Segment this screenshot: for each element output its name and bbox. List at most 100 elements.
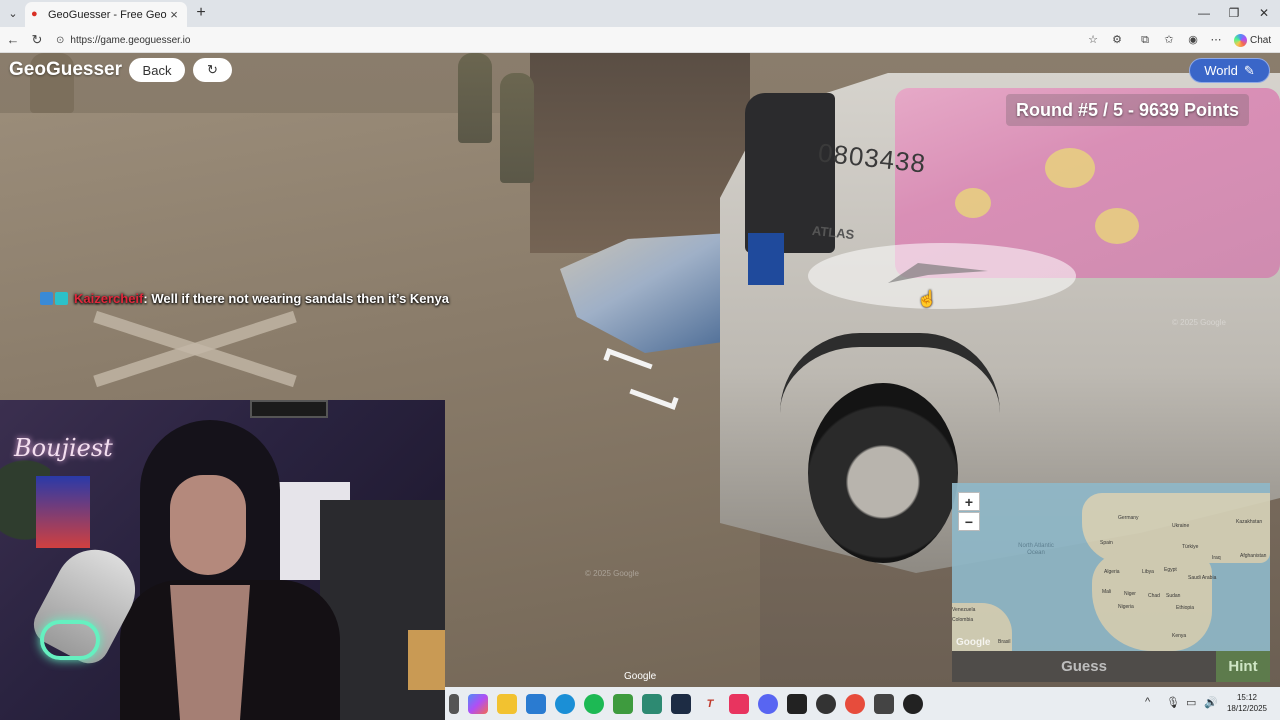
map-label: Niger [1124, 591, 1136, 597]
new-tab-icon[interactable]: + [192, 4, 210, 22]
pedestrian [458, 53, 492, 143]
steam-icon[interactable] [671, 693, 691, 714]
chat-badge-icon [40, 292, 53, 305]
map-label: Türkiye [1182, 544, 1199, 550]
app-icon[interactable]: T [700, 694, 720, 714]
browser-tab-strip: ⌄ ● GeoGuesser - Free GeoGuessr Ga × + —… [0, 0, 1280, 27]
system-clock[interactable]: 15:12 18/12/2025 [1222, 692, 1272, 714]
map-label: Kazakhstan [1236, 519, 1263, 525]
extension-icon[interactable]: ⚙ [1109, 32, 1125, 48]
map-label: Iraq [1212, 555, 1221, 561]
address-bar-row: ← ↻ ⊙ https://game.geoguesser.io ☆ ⚙ ⧉ ✩… [0, 27, 1280, 53]
chat-label: Chat [1250, 34, 1272, 46]
minimize-icon[interactable]: — [1190, 4, 1218, 22]
bookmark-star-icon[interactable]: ☆ [1085, 32, 1101, 48]
microphone-tray-icon[interactable]: 🎙 [1166, 696, 1180, 709]
app-icon[interactable] [903, 693, 923, 714]
clock-time: 15:12 [1236, 693, 1258, 702]
zoom-in-button[interactable]: + [958, 492, 980, 511]
google-attribution: Google [624, 671, 657, 682]
world-map-selector[interactable]: World ✎ [1189, 58, 1270, 83]
watermark: © 2025 Google [585, 569, 639, 578]
network-icon[interactable]: ▭ [1186, 696, 1196, 709]
road-marking [90, 313, 300, 383]
app-icon[interactable] [845, 693, 865, 714]
file-explorer-icon[interactable] [497, 693, 517, 714]
back-arrow-icon[interactable]: ← [5, 32, 21, 48]
pedestrian [500, 73, 534, 183]
map-label: Spain [1100, 540, 1113, 546]
map-label: Libya [1142, 569, 1154, 575]
hint-button[interactable]: Hint [1216, 651, 1270, 682]
truck-sticker [748, 233, 784, 285]
chat-badge-icon [55, 292, 68, 305]
tab-list-dropdown-icon[interactable]: ⌄ [5, 6, 21, 22]
map-attribution: Google [956, 637, 991, 648]
url-field[interactable]: ⊙ https://game.geoguesser.io [52, 31, 1076, 49]
app-icon[interactable] [613, 693, 633, 714]
browser-tab-geoguesser[interactable]: ● GeoGuesser - Free GeoGuessr Ga × [25, 2, 187, 27]
geoguesser-logo[interactable]: GeoGuesser [9, 59, 122, 81]
copilot-taskbar-icon[interactable] [468, 693, 488, 714]
landmass-africa [1092, 553, 1212, 651]
tiktok-icon[interactable] [729, 693, 749, 714]
tray-chevron-icon[interactable]: ^ [1145, 696, 1150, 708]
truck-wheel [808, 383, 958, 563]
map-label: Ethiopia [1176, 605, 1195, 611]
stream-chat-message: Kaizercheif : Well if there not wearing … [40, 291, 449, 306]
more-options-icon[interactable]: ⋯ [1208, 32, 1224, 48]
volume-icon[interactable]: 🔊 [1204, 696, 1218, 709]
restart-icon: ↻ [207, 62, 218, 77]
site-info-icon[interactable]: ⊙ [56, 35, 64, 46]
round-score: Round #5 / 5 - 9639 Points [1006, 94, 1250, 126]
map-label: Egypt [1164, 567, 1177, 573]
copilot-icon [1234, 33, 1247, 47]
app-icon[interactable] [874, 693, 894, 714]
restore-icon[interactable]: ❐ [1220, 4, 1248, 22]
map-label: Afghanistan [1240, 553, 1267, 559]
map-label: Algeria [1104, 569, 1120, 575]
split-screen-icon[interactable]: ⧉ [1137, 32, 1153, 48]
guess-button[interactable]: Guess [952, 651, 1216, 682]
copilot-chat-button[interactable]: Chat [1234, 32, 1271, 48]
reload-icon[interactable]: ↻ [29, 32, 45, 48]
ocean-label: North Atlantic Ocean [1018, 543, 1054, 556]
map-label: Colombia [952, 617, 974, 623]
outlook-icon[interactable] [526, 693, 546, 714]
restart-button[interactable]: ↻ [193, 58, 232, 82]
map-label: Saudi Arabia [1188, 575, 1217, 581]
url-text: https://game.geoguesser.io [70, 34, 191, 46]
guess-minimap[interactable]: Germany Kazakhstan Ukraine Türkiye Spain… [952, 483, 1270, 651]
chat-text: : Well if there not wearing sandals then… [143, 291, 449, 306]
watermark: © 2025 Google [1172, 318, 1226, 327]
obs-icon[interactable] [816, 693, 836, 714]
map-label: Germany [1118, 515, 1139, 521]
move-arrow-indicator[interactable] [808, 243, 1076, 309]
edge-icon[interactable] [555, 693, 575, 714]
spotify-icon[interactable] [584, 693, 604, 714]
profile-icon[interactable]: ◉ [1185, 32, 1201, 48]
app-icon[interactable] [787, 693, 807, 714]
zoom-out-button[interactable]: − [958, 512, 980, 531]
map-label: Brasil [998, 639, 1011, 645]
world-label: World [1204, 63, 1238, 78]
start-icon[interactable] [449, 693, 459, 714]
map-label: Chad [1148, 593, 1160, 599]
discord-icon[interactable] [758, 693, 778, 714]
location-pin-icon: ● [31, 8, 38, 20]
windows-taskbar: T [445, 687, 1280, 720]
map-label: Ukraine [1172, 523, 1190, 529]
background-building [530, 53, 750, 253]
close-tab-icon[interactable]: × [167, 7, 181, 22]
map-label: Mali [1102, 589, 1112, 595]
map-label: Sudan [1166, 593, 1181, 599]
map-label: Kenya [1172, 633, 1187, 639]
hand-cursor-icon: ☝ [917, 291, 937, 308]
close-window-icon[interactable]: ✕ [1250, 4, 1278, 22]
map-label: Nigeria [1118, 604, 1134, 610]
back-button[interactable]: Back [129, 58, 185, 82]
app-icon[interactable] [642, 693, 662, 714]
clock-date: 18/12/2025 [1226, 704, 1268, 713]
favorites-icon[interactable]: ✩ [1161, 32, 1177, 48]
chat-username: Kaizercheif [74, 291, 144, 306]
